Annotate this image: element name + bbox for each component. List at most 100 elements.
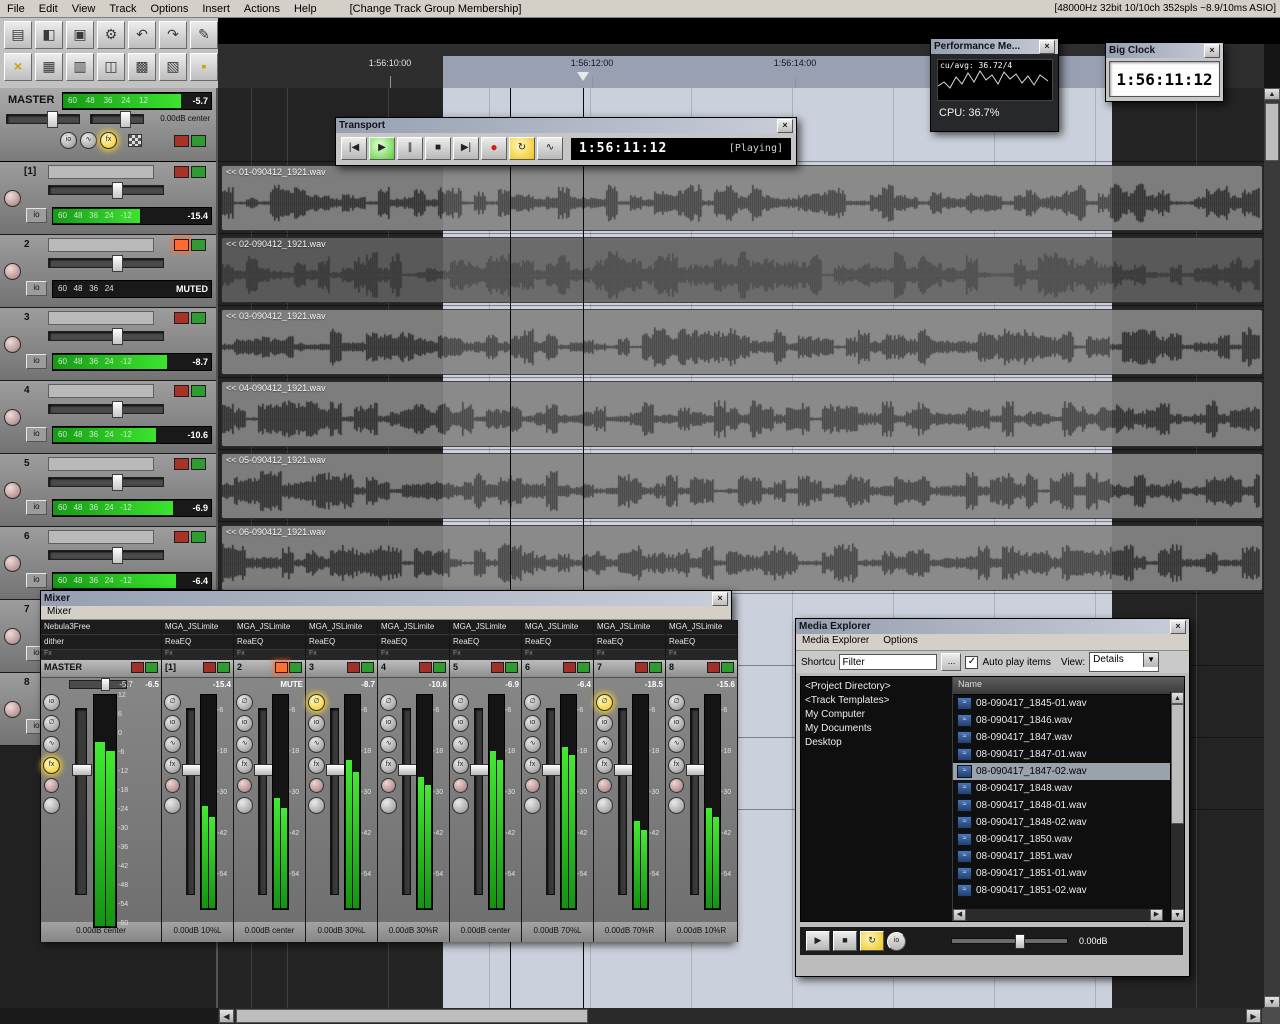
monitor-button[interactable] [308,797,325,814]
mute-button[interactable] [174,385,189,397]
volume-fader[interactable] [48,185,164,195]
mute-button[interactable] [174,239,189,251]
fader-handle[interactable] [72,764,92,776]
monitor-button[interactable] [43,797,60,814]
solo-button[interactable] [577,662,590,673]
strip-name-row[interactable]: MASTER [41,660,161,678]
solo-button[interactable] [649,662,662,673]
master-pan-fader[interactable] [90,114,144,124]
record-button[interactable]: ● [481,137,507,160]
scrollbar-thumb[interactable] [236,1009,588,1023]
tree-item[interactable]: <Track Templates> [805,694,952,708]
record-arm-button[interactable] [453,778,468,793]
preview-io-button[interactable]: io [887,932,906,951]
snap-button[interactable]: ◫ [97,53,125,81]
strip-name-row[interactable]: 6 [522,660,593,678]
master-mute-button[interactable] [174,135,189,147]
fx-label[interactable]: Fx [162,650,233,660]
stop-button[interactable]: ■ [425,137,451,160]
mute-button[interactable] [563,662,576,673]
file-row[interactable]: ≈ 08-090417_1845-01.wav [953,695,1184,712]
record-arm-button[interactable] [597,778,612,793]
master-track-panel[interactable]: MASTER 60 48 36 24 12 -5.7 0.00dB center… [0,88,216,162]
record-arm-button[interactable] [4,482,21,499]
performance-titlebar[interactable]: Performance Me... × [931,39,1058,54]
close-icon[interactable]: × [1170,620,1186,634]
volume-fader[interactable] [402,708,411,895]
solo-button[interactable] [289,662,302,673]
fx-slot-1[interactable]: MGA_JSLimite [234,620,305,635]
play-button[interactable]: ▶ [369,137,395,160]
autoplay-checkbox[interactable]: ✓ [965,656,978,669]
fx-label[interactable]: Fx [594,650,665,660]
media-explorer-titlebar[interactable]: Media Explorer × [796,619,1189,634]
redo-button[interactable]: ↷ [159,21,187,49]
mixer-strip[interactable]: MGA_JSLimite ReaEQ Fx 3 -8.7 ∅ io ∿ fx [306,620,378,942]
io-button[interactable]: io [524,715,541,732]
pause-button[interactable]: ∥ [397,137,423,160]
solo-button[interactable] [191,531,206,543]
file-row[interactable]: ≈ 08-090417_1848-02.wav [953,814,1184,831]
menu-item[interactable]: View [65,2,103,16]
big-clock-titlebar[interactable]: Big Clock × [1106,43,1223,58]
fx-button[interactable]: fx [668,757,685,774]
track-row[interactable]: 5 io 60 48 36 24 -12 -6.9 [0,454,216,527]
volume-fader[interactable] [474,708,483,895]
mixer-strip[interactable]: MGA_JSLimite ReaEQ Fx 7 -18.5 ∅ io ∿ fx [594,620,666,942]
open-project-button[interactable]: ◧ [35,21,63,49]
menu-item[interactable]: Media Explorer [802,635,869,649]
record-arm-button[interactable] [4,336,21,353]
file-row[interactable]: ≈ 08-090417_1847-02.wav [953,763,1184,780]
strip-name-row[interactable]: 5 [450,660,521,678]
close-icon[interactable]: × [1039,40,1055,54]
mute-button[interactable] [635,662,648,673]
track-row[interactable]: 3 io 60 48 36 24 -12 -8.7 [0,308,216,381]
fader-handle[interactable] [101,678,110,691]
io-button[interactable]: io [26,354,47,369]
fx-label[interactable]: Fx [234,650,305,660]
scrollbar-thumb[interactable] [1265,103,1279,161]
go-to-end-button[interactable]: ▶| [453,137,479,160]
fx-button[interactable]: fx [308,757,325,774]
io-button[interactable]: io [26,427,47,442]
fader-handle[interactable] [120,111,131,128]
master-envelope-button[interactable]: ∿ [80,132,97,149]
strip-name-row[interactable]: 4 [378,660,449,678]
scroll-down-icon[interactable]: ▼ [1171,909,1184,921]
transport-window[interactable]: Transport × |◀▶∥■▶|●↻∿ 1:56:11:12 [Playi… [335,117,797,166]
preview-stop-button[interactable]: ■ [833,931,857,951]
tree-item[interactable]: Desktop [805,736,952,750]
scroll-up-icon[interactable]: ▲ [1171,692,1184,704]
record-arm-button[interactable] [237,778,252,793]
envelope-button[interactable]: ∿ [43,736,60,753]
scroll-up-icon[interactable]: ▲ [1264,88,1280,100]
fx-slot-2[interactable]: ReaEQ [594,635,665,650]
fx-button[interactable]: fx [452,757,469,774]
mixer-strip[interactable]: MGA_JSLimite ReaEQ Fx 6 -6.4 ∅ io ∿ fx [522,620,594,942]
solo-button[interactable] [217,662,230,673]
solo-button[interactable] [361,662,374,673]
fader-handle[interactable] [542,764,561,776]
record-arm-button[interactable] [4,409,21,426]
mixer-menu[interactable]: Mixer [41,606,731,620]
scroll-left-icon[interactable]: ◀ [219,1009,234,1023]
filter-input[interactable] [839,654,937,670]
solo-button[interactable] [721,662,734,673]
horizontal-scrollbar[interactable]: ◀ ▶ [0,1008,1280,1024]
scrollbar-thumb[interactable] [1171,704,1184,824]
fx-slot-2[interactable]: ReaEQ [666,635,737,650]
record-arm-button[interactable] [4,263,21,280]
fader-handle[interactable] [614,764,633,776]
phase-button[interactable]: ∅ [596,694,613,711]
repeat-button[interactable]: ↻ [509,137,535,160]
phase-button[interactable]: ∅ [164,694,181,711]
file-row[interactable]: ≈ 08-090417_1851.wav [953,848,1184,865]
monitor-button[interactable] [668,797,685,814]
close-icon[interactable]: × [777,119,793,133]
fader-handle[interactable] [112,474,123,491]
io-button[interactable]: io [26,281,47,296]
menu-item[interactable]: Options [883,635,917,649]
save-project-button[interactable]: ▣ [66,21,94,49]
menu-item[interactable]: Help [287,2,324,16]
io-button[interactable]: io [26,573,47,588]
